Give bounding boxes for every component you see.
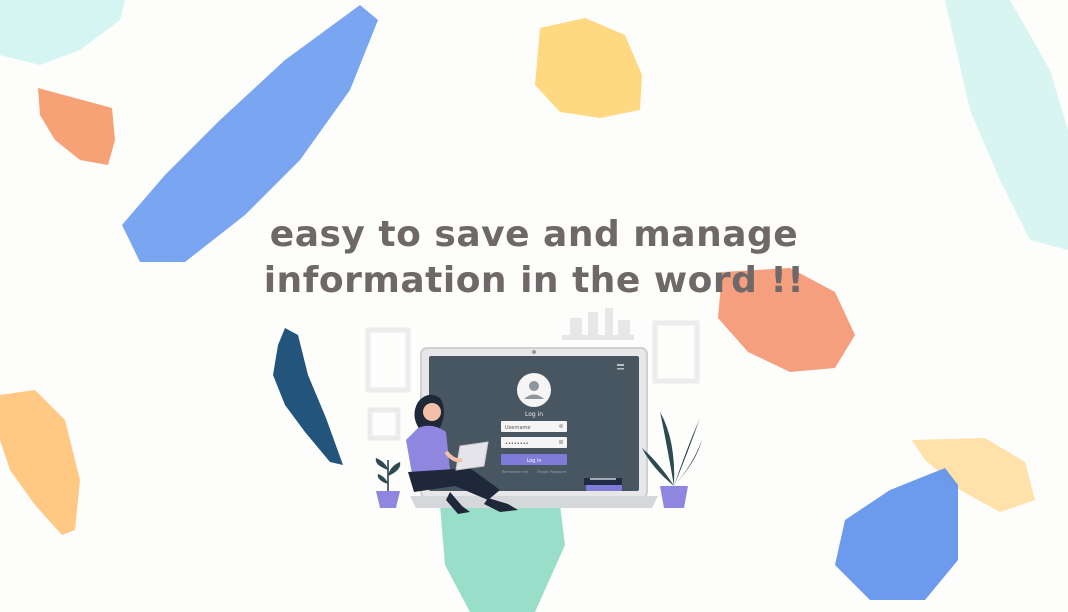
wall-frame-left bbox=[365, 327, 411, 441]
potted-plant-right bbox=[642, 412, 702, 508]
forgot-password-link[interactable]: Forgot Password bbox=[537, 470, 566, 474]
wall-frame-right bbox=[652, 320, 700, 384]
username-field-value: Username bbox=[505, 425, 531, 431]
user-icon bbox=[559, 424, 563, 428]
potted-plant-left bbox=[375, 458, 401, 508]
remember-me-link[interactable]: Remember me bbox=[502, 470, 528, 474]
login-title: Log in bbox=[525, 411, 543, 418]
slide: easy to save and manage information in t… bbox=[0, 0, 1068, 612]
login-button-label: Log in bbox=[526, 458, 541, 464]
wall-shelf bbox=[562, 308, 634, 340]
lock-icon bbox=[559, 440, 563, 444]
menu-icon bbox=[617, 364, 624, 366]
login-illustration: Log in Username •••••••• Log in Remember… bbox=[365, 308, 702, 514]
password-field-value: •••••••• bbox=[505, 441, 529, 447]
books-stack bbox=[584, 478, 622, 491]
